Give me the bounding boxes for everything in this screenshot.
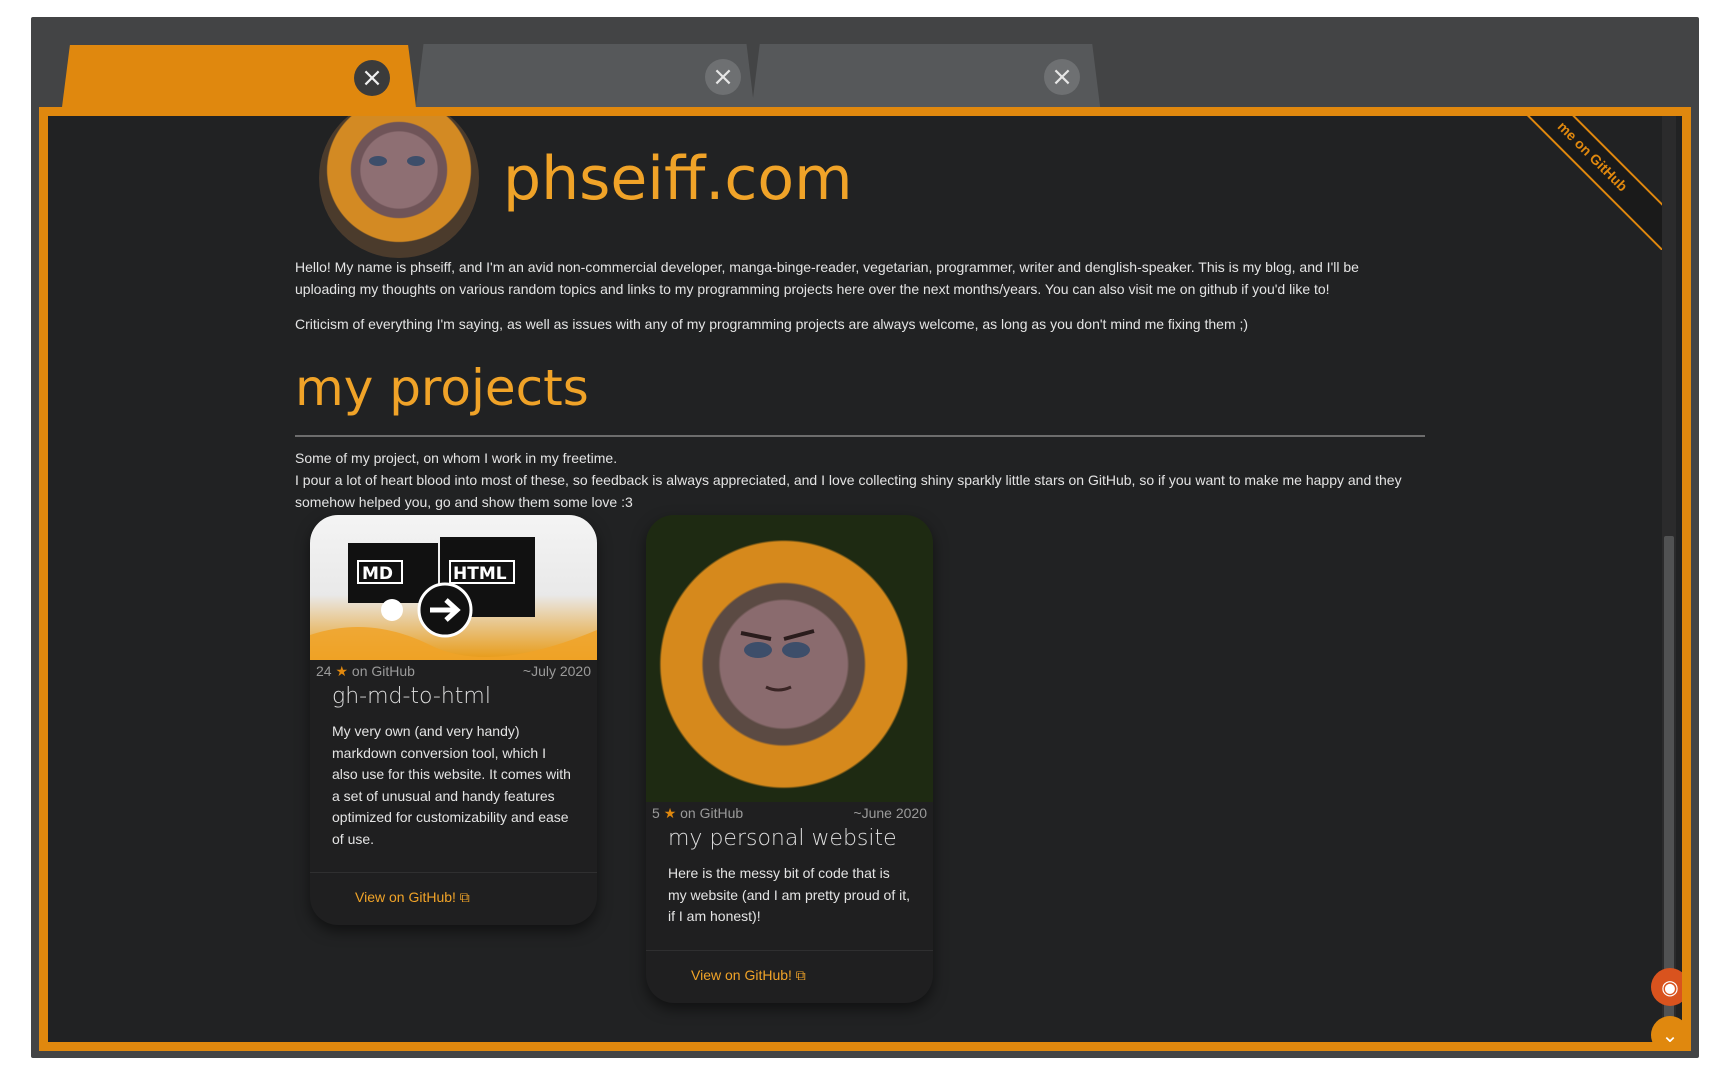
rss-icon: ◉ [1661,975,1679,999]
md-label: MD [362,564,393,584]
browser-window: × × × me on GitHub phseiff.com Hello! My… [31,17,1699,1058]
star-count: 24 ★ on GitHub [316,663,415,680]
page-title: phseiff.com [503,144,853,214]
tab-3[interactable]: × [751,44,1101,114]
tab-2[interactable]: × [415,44,755,114]
projects-intro-line: Some of my project, on whom I work in my… [295,450,618,466]
projects-intro-line: I pour a lot of heart blood into most of… [295,472,1402,510]
project-footer: View on GitHub! ⧉ [646,949,933,1003]
tab-1[interactable]: × [61,45,417,115]
avatar-eye [407,156,425,166]
star-count-suffix: on GitHub [351,663,415,679]
project-card: 5 ★ on GitHub ~June 2020 my personal web… [646,515,933,1003]
intro-text: Hello! My name is phseiff, and I'm an av… [295,256,1395,348]
close-icon[interactable]: × [1044,59,1080,95]
intro-paragraph: Hello! My name is phseiff, and I'm an av… [295,259,1359,297]
divider [295,435,1425,437]
tab-strip: × × × [31,17,1699,115]
star-count-suffix: on GitHub [680,805,744,821]
project-image [646,515,933,802]
project-description: My very own (and very handy) markdown co… [332,723,571,847]
project-image: MD HTML [310,515,597,660]
star-count-value: 5 [652,805,660,821]
md-to-html-illustration: MD HTML [310,537,597,660]
page-viewport: me on GitHub phseiff.com Hello! My name … [39,107,1691,1051]
projects-heading: my projects [295,359,589,417]
scroll-down-button[interactable]: ⌄ [1651,1016,1682,1047]
projects-intro: Some of my project, on whom I work in my… [295,447,1415,513]
project-date: ~June 2020 [853,805,927,821]
chevron-down-icon: ⌄ [1661,1023,1679,1047]
star-icon: ★ [335,663,349,679]
project-title: my personal website [668,826,897,851]
view-on-github-label[interactable]: View on GitHub! [691,967,792,983]
project-meta: 5 ★ on GitHub ~June 2020 [646,802,933,822]
view-on-github-link[interactable]: View on GitHub! ⧉ [355,889,470,905]
github-ribbon-label[interactable]: me on GitHub [1502,116,1662,250]
project-meta: 24 ★ on GitHub ~July 2020 [310,660,597,680]
view-on-github-link[interactable]: View on GitHub! ⧉ [691,967,806,983]
close-icon[interactable]: × [705,59,741,95]
avatar [319,116,479,258]
external-link-icon: ⧉ [795,966,806,983]
project-title: gh-md-to-html [332,684,491,709]
avatar-eye [369,156,387,166]
view-on-github-label[interactable]: View on GitHub! [355,889,456,905]
star-count-value: 24 [316,663,332,679]
star-count: 5 ★ on GitHub [652,805,743,822]
avatar-illustration [740,629,815,692]
html-label: HTML [453,564,507,584]
project-footer: View on GitHub! ⧉ [310,872,597,925]
rss-button[interactable]: ◉ [1651,968,1682,1006]
star-icon: ★ [663,805,677,821]
close-icon[interactable]: × [354,60,390,96]
external-link-icon: ⧉ [459,889,470,905]
project-date: ~July 2020 [522,663,591,679]
intro-paragraph: Criticism of everything I'm saying, as w… [295,316,1249,332]
project-description: Here is the messy bit of code that is my… [668,865,910,924]
scrollbar[interactable] [1662,116,1676,1042]
github-ribbon[interactable]: me on GitHub [1502,116,1662,250]
project-card: MD HTML 24 ★ on GitHub ~July 2020 gh-md-… [310,515,597,925]
